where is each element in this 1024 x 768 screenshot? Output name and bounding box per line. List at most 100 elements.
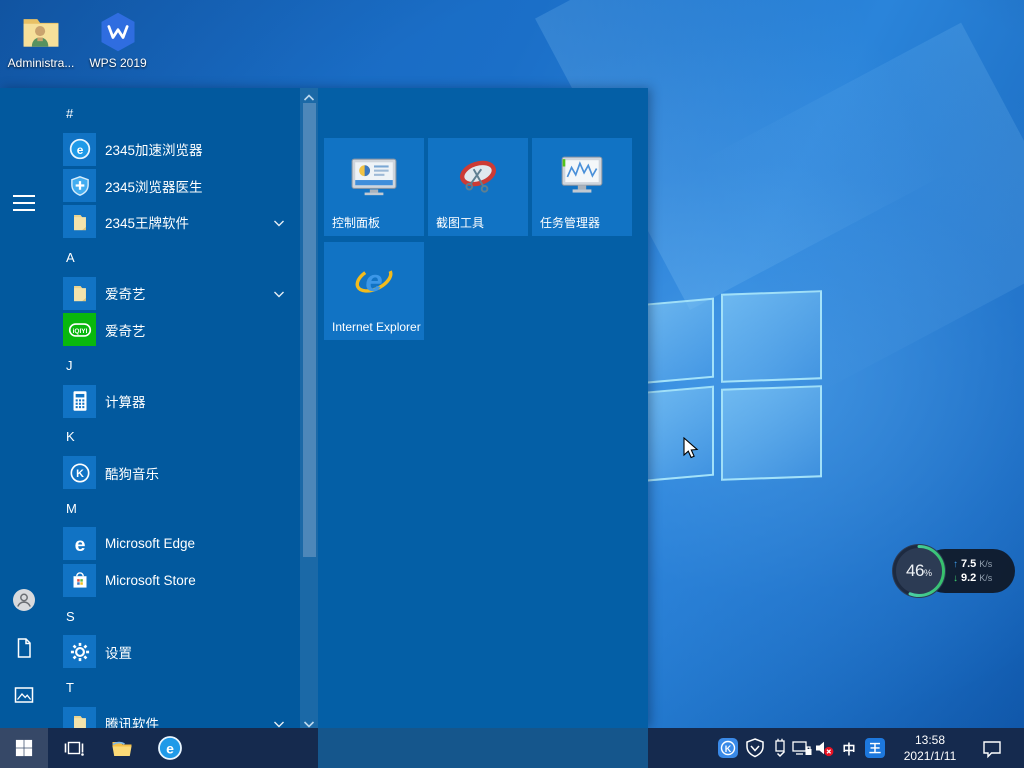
- svg-text:e: e: [76, 143, 83, 157]
- clock-date: 2021/1/11: [893, 748, 967, 764]
- app-label: 腾讯软件: [105, 713, 159, 728]
- settings-icon: [63, 635, 96, 668]
- security-shield-tray-icon[interactable]: [744, 737, 766, 759]
- svg-text:e: e: [166, 741, 174, 757]
- svg-text:K: K: [725, 744, 732, 754]
- download-speed-value: 9.2: [961, 572, 976, 584]
- volume-muted-tray-icon[interactable]: [813, 737, 835, 759]
- tile-label: 控制面板: [332, 216, 380, 230]
- app-section-header[interactable]: T: [48, 670, 300, 705]
- app-section-header[interactable]: J: [48, 348, 300, 383]
- user-avatar-icon[interactable]: [12, 588, 36, 612]
- app-list-item[interactable]: e Microsoft Edge: [48, 526, 300, 562]
- browser-2345-taskbar-button[interactable]: e: [148, 728, 192, 768]
- start-tile[interactable]: 控制面板: [324, 138, 424, 236]
- start-menu: # e 2345加速浏览器 2345浏览器医生 2345王牌软件 A 爱奇艺 iQIYI 爱奇艺…: [0, 88, 648, 728]
- app-list-item[interactable]: e 2345加速浏览器: [48, 131, 300, 167]
- upload-speed-row: ↑ 7.5 K/s: [953, 558, 1015, 570]
- shield-doctor-icon: [63, 169, 96, 202]
- app-list-item[interactable]: 爱奇艺: [48, 275, 300, 311]
- tile-label: Internet Explorer: [332, 320, 421, 334]
- scroll-down-icon[interactable]: [303, 716, 315, 726]
- action-center-icon[interactable]: [981, 737, 1003, 759]
- calculator-icon: [63, 385, 96, 418]
- app-label: 2345王牌软件: [105, 212, 189, 232]
- app-list-item[interactable]: K 酷狗音乐: [48, 454, 300, 490]
- store-icon: [63, 564, 96, 597]
- ime-language-indicator[interactable]: 中: [838, 737, 860, 759]
- pictures-icon[interactable]: [12, 683, 36, 707]
- user-folder-icon: [19, 10, 63, 54]
- svg-text:iQIYI: iQIYI: [72, 328, 87, 335]
- app-list-item[interactable]: iQIYI 爱奇艺: [48, 312, 300, 348]
- app-section-header[interactable]: A: [48, 240, 300, 275]
- file-explorer-button[interactable]: [100, 728, 144, 768]
- app-list-item[interactable]: 2345浏览器医生: [48, 167, 300, 203]
- app-label: Microsoft Store: [105, 573, 196, 588]
- scroll-up-icon[interactable]: [303, 90, 315, 100]
- wangpai-tray-icon[interactable]: 王: [864, 737, 886, 759]
- app-label: 计算器: [105, 391, 146, 411]
- start-tile[interactable]: e Internet Explorer: [324, 242, 424, 340]
- app-list-item[interactable]: 腾讯软件: [48, 705, 300, 728]
- app-section-header[interactable]: K: [48, 419, 300, 454]
- app-label: 酷狗音乐: [105, 463, 159, 483]
- upload-speed-value: 7.5: [961, 558, 976, 570]
- control-panel-icon: [350, 156, 398, 196]
- windows-logo-pane: [721, 385, 822, 481]
- upload-speed-unit: K/s: [979, 559, 992, 569]
- download-arrow-icon: ↓: [953, 573, 958, 584]
- start-menu-rail: [0, 88, 48, 728]
- documents-icon[interactable]: [12, 636, 36, 660]
- svg-text:e: e: [365, 263, 382, 298]
- app-section-header[interactable]: S: [48, 599, 300, 634]
- usage-percent: 46 %: [889, 541, 949, 601]
- folder-icon: [63, 277, 96, 310]
- app-label: 爱奇艺: [105, 283, 146, 303]
- svg-text:王: 王: [869, 742, 881, 756]
- chevron-down-icon[interactable]: [273, 287, 285, 299]
- chevron-down-icon[interactable]: [273, 216, 285, 228]
- scrollbar-thumb[interactable]: [303, 103, 316, 557]
- app-label: Microsoft Edge: [105, 536, 195, 551]
- taskbar-translucent-segment: [318, 728, 648, 768]
- app-label: 2345加速浏览器: [105, 139, 203, 159]
- start-button[interactable]: [0, 728, 48, 768]
- taskbar-clock[interactable]: 13:58 2021/1/11: [893, 732, 967, 764]
- usage-percent-value: 46: [906, 561, 924, 581]
- hamburger-menu-icon[interactable]: [13, 195, 35, 211]
- iqiyi-icon: iQIYI: [63, 313, 96, 346]
- task-manager-icon: [558, 156, 606, 196]
- kugou-tray-icon[interactable]: K: [717, 737, 739, 759]
- svg-text:e: e: [74, 534, 85, 556]
- start-tile[interactable]: 任务管理器: [532, 138, 632, 236]
- tile-label: 任务管理器: [540, 216, 600, 230]
- chevron-down-icon[interactable]: [273, 717, 285, 728]
- task-view-button[interactable]: [52, 728, 96, 768]
- wps-icon: [96, 10, 140, 54]
- app-section-header[interactable]: M: [48, 491, 300, 526]
- app-label: 爱奇艺: [105, 320, 146, 340]
- app-label: 设置: [105, 642, 132, 662]
- app-list-item[interactable]: Microsoft Store: [48, 562, 300, 598]
- network-tray-icon[interactable]: [791, 737, 813, 759]
- windows-logo-pane: [638, 298, 714, 385]
- app-section-header[interactable]: #: [48, 96, 300, 131]
- desktop-icon-label: Administra...: [8, 56, 75, 70]
- browser-2345-icon: e: [63, 133, 96, 166]
- desktop-icon-label: WPS 2019: [89, 56, 146, 70]
- app-list-item[interactable]: 计算器: [48, 383, 300, 419]
- usb-device-tray-icon[interactable]: [769, 737, 791, 759]
- download-speed-row: ↓ 9.2 K/s: [953, 572, 1015, 584]
- svg-text:K: K: [76, 468, 84, 480]
- desktop-icon-wps[interactable]: WPS 2019: [82, 10, 154, 70]
- start-tile[interactable]: 截图工具: [428, 138, 528, 236]
- folder-icon: [63, 707, 96, 728]
- tile-label: 截图工具: [436, 216, 484, 230]
- clock-time: 13:58: [893, 732, 967, 748]
- app-list-item[interactable]: 2345王牌软件: [48, 204, 300, 240]
- app-list-item[interactable]: 设置: [48, 634, 300, 670]
- app-list-scrollbar[interactable]: [300, 88, 318, 728]
- desktop-icon-administrator[interactable]: Administra...: [5, 10, 77, 70]
- app-list: # e 2345加速浏览器 2345浏览器医生 2345王牌软件 A 爱奇艺 iQIYI 爱奇艺…: [48, 88, 300, 728]
